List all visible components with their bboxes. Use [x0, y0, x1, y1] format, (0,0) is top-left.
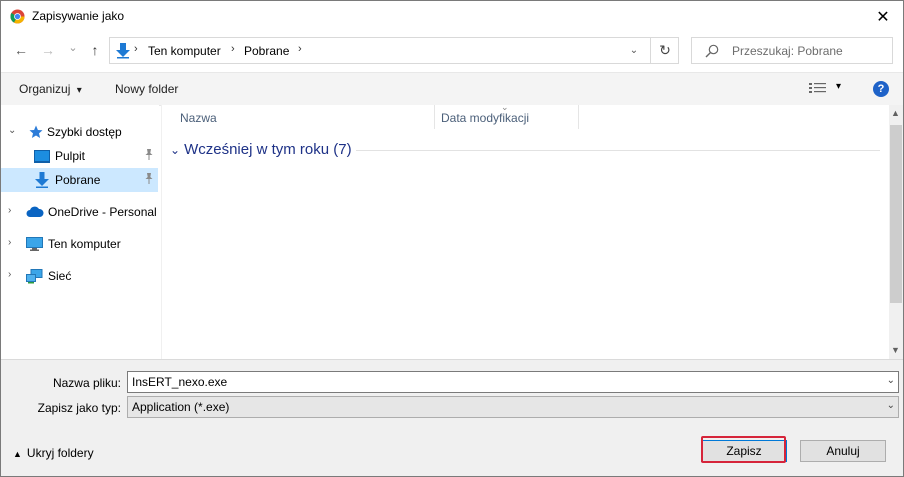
chevron-down-icon: ⌄ [170, 143, 181, 157]
sidebar-item-onedrive[interactable]: › OneDrive - Personal [1, 200, 158, 224]
group-label: Wcześniej w tym roku (7) [184, 141, 352, 158]
navigation-pane: ⌄ Szybki dostęp Pulpit Pobrane › OneDriv… [1, 105, 159, 359]
breadcrumb-pobrane[interactable]: Pobrane [244, 44, 289, 58]
new-folder-button[interactable]: Nowy folder [115, 82, 178, 96]
group-divider [356, 150, 880, 151]
desktop-icon [34, 150, 50, 163]
hide-folders-label: Ukryj foldery [26, 446, 94, 460]
command-toolbar: Organizuj ▾ Nowy folder ▾ ? [1, 72, 903, 106]
computer-icon [26, 237, 43, 251]
chevron-right-icon[interactable]: › [8, 269, 11, 280]
up-button[interactable]: ↑ [86, 42, 104, 58]
address-bar[interactable]: › Ten komputer › Pobrane › ⌄ ↻ [109, 37, 679, 64]
scroll-down-icon[interactable]: ▼ [891, 345, 900, 355]
search-icon [705, 44, 719, 58]
column-divider[interactable] [578, 105, 579, 129]
download-icon [35, 172, 49, 188]
sidebar-item-label: OneDrive - Personal [48, 205, 157, 219]
column-header-name[interactable]: Nazwa [180, 111, 217, 137]
sidebar-item-pobrane[interactable]: Pobrane [1, 168, 158, 192]
details-view-icon [809, 83, 826, 93]
chrome-icon [10, 9, 25, 24]
filetype-label: Zapisz jako typ: [37, 401, 121, 415]
search-placeholder: Przeszukaj: Pobrane [732, 44, 843, 58]
forward-button[interactable]: → [39, 42, 57, 58]
scroll-up-icon[interactable]: ▲ [891, 108, 900, 118]
sidebar-item-label: Szybki dostęp [47, 125, 122, 139]
window-title: Zapisywanie jako [32, 9, 125, 23]
group-header[interactable]: ⌄ Wcześniej w tym roku (7) [170, 141, 352, 158]
sidebar-item-label: Pulpit [55, 149, 86, 163]
organize-button[interactable]: Organizuj ▾ [19, 82, 82, 96]
hide-folders-button[interactable]: ▲ Ukryj foldery [13, 446, 94, 460]
chevron-down-icon[interactable]: ⌄ [887, 375, 895, 386]
vertical-scrollbar[interactable]: ▲ ▼ [889, 105, 903, 359]
sidebar-item-label: Ten komputer [48, 237, 121, 251]
breadcrumb-separator: › [298, 43, 302, 55]
network-icon [26, 269, 43, 284]
chevron-down-icon: ▾ [76, 85, 82, 96]
column-header-date[interactable]: Data modyfikacji [441, 111, 529, 137]
chevron-up-icon: ▲ [13, 449, 22, 459]
sidebar-item-pulpit[interactable]: Pulpit [1, 144, 158, 168]
chevron-right-icon[interactable]: › [8, 205, 11, 216]
breadcrumb-separator: › [134, 43, 138, 55]
filename-label: Nazwa pliku: [52, 376, 121, 390]
file-list: Nazwa ⌄ Data modyfikacji ⌄ Wcześniej w ty… [161, 102, 890, 359]
filetype-select[interactable]: Application (*.exe) ⌄ [127, 396, 899, 418]
chevron-down-icon: ▾ [836, 81, 842, 92]
refresh-button[interactable]: ↻ [650, 38, 679, 63]
search-box[interactable]: Przeszukaj: Pobrane [691, 37, 893, 64]
address-dropdown-button[interactable]: ⌄ [624, 41, 644, 60]
filetype-value: Application (*.exe) [132, 400, 230, 414]
sidebar-item-ten-komputer[interactable]: › Ten komputer [1, 232, 158, 256]
filename-value: InsERT_nexo.exe [132, 375, 228, 389]
sidebar-item-quick-access[interactable]: ⌄ Szybki dostęp [1, 120, 158, 144]
view-options-button[interactable]: ▾ [809, 81, 841, 97]
scrollbar-thumb[interactable] [890, 125, 902, 303]
title-bar: Zapisywanie jako ✕ [1, 1, 903, 32]
help-button[interactable]: ? [873, 81, 889, 97]
cancel-button[interactable]: Anuluj [800, 440, 886, 462]
column-divider[interactable] [434, 105, 435, 129]
save-button-highlight [701, 436, 786, 463]
filename-field[interactable]: InsERT_nexo.exe ⌄ [127, 371, 899, 393]
close-button[interactable]: ✕ [863, 1, 903, 32]
close-icon: ✕ [876, 8, 890, 26]
chevron-down-icon[interactable]: ⌄ [8, 125, 16, 136]
pin-icon [144, 173, 154, 187]
breadcrumb-ten-komputer[interactable]: Ten komputer [148, 44, 221, 58]
sidebar-item-siec[interactable]: › Sieć [1, 264, 158, 288]
chevron-down-icon[interactable]: ⌄ [887, 400, 895, 411]
organize-label: Organizuj [19, 82, 71, 96]
breadcrumb-separator: › [231, 43, 235, 55]
sidebar-item-label: Sieć [48, 269, 72, 283]
recent-locations-button[interactable]: ⌄ [64, 41, 82, 54]
back-button[interactable]: ← [12, 42, 30, 58]
chevron-right-icon[interactable]: › [8, 237, 11, 248]
sidebar-item-label: Pobrane [55, 173, 101, 187]
save-dialog: Zapisywanie jako ✕ ← → ⌄ ↑ › Ten kompute… [0, 0, 904, 477]
cloud-icon [26, 206, 44, 217]
pin-icon [144, 149, 154, 163]
star-icon [29, 125, 43, 138]
navigation-bar: ← → ⌄ ↑ › Ten komputer › Pobrane › ⌄ ↻ P… [1, 32, 903, 70]
download-arrow-icon [116, 43, 130, 59]
